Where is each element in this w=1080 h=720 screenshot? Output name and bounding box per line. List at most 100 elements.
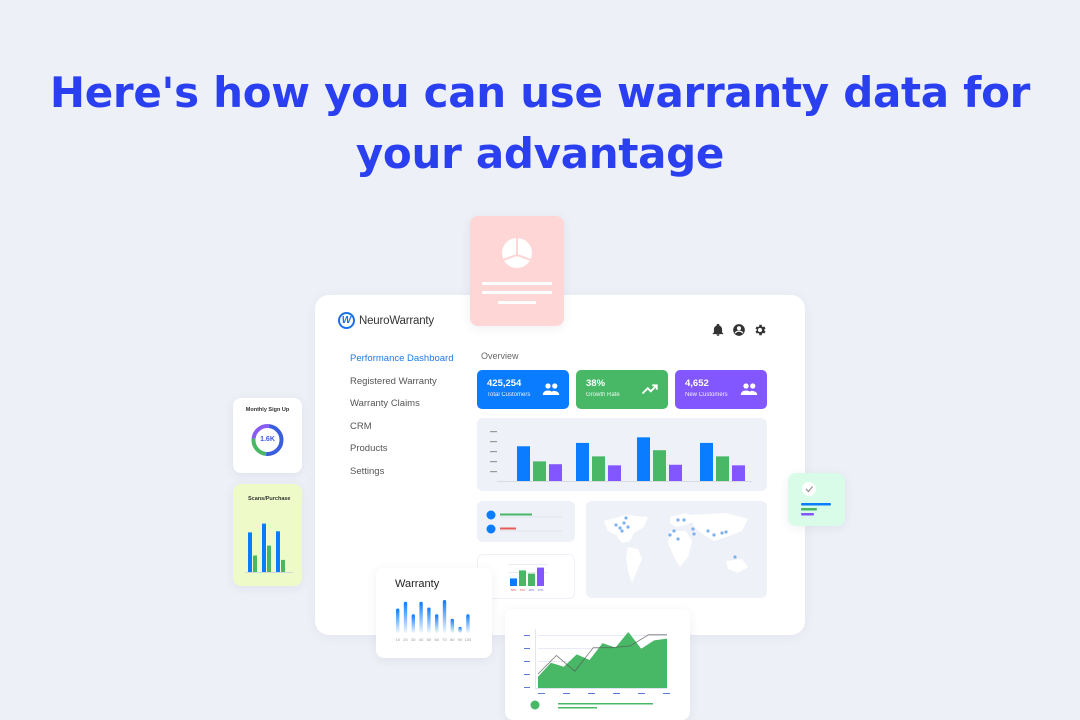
bar-label: 97% [538, 588, 544, 592]
bar-green [267, 545, 271, 572]
w-logo-icon: W [338, 312, 355, 329]
y-axis [535, 629, 536, 688]
y-tick [524, 635, 530, 636]
bar-blue [248, 532, 252, 572]
bar-label: 58% [511, 588, 517, 592]
bar-purple [608, 465, 621, 481]
small-percent-chart: 58% 15% 48% 97% [508, 564, 548, 592]
legend-dot [530, 700, 540, 710]
sidebar-item-registered-warranty[interactable]: Registered Warranty [350, 375, 454, 398]
x-tick-label: 20 [403, 637, 408, 642]
legend-bar [500, 527, 516, 530]
bar-purple [549, 464, 562, 481]
x-axis [245, 572, 293, 573]
bar-green [281, 559, 285, 572]
area-chart-card [505, 609, 690, 720]
warranty-bar [396, 608, 400, 633]
report-document-card [470, 216, 564, 326]
users-icon [740, 383, 758, 395]
y-tick [490, 451, 497, 453]
warranty-card: Warranty 10 20 30 40 50 60 70 80 90 100 [376, 568, 492, 658]
small-bar [510, 578, 517, 586]
stat-card-total-customers[interactable]: 425,254 Total Customers [477, 370, 569, 409]
world-map [604, 513, 748, 583]
warranty-bar [450, 618, 454, 633]
warranty-bar [458, 626, 462, 633]
warranty-mini-chart: 10 20 30 40 50 60 70 80 90 100 [395, 600, 472, 642]
sidebar-nav: Performance Dashboard Registered Warrant… [350, 352, 454, 487]
x-tick [563, 693, 570, 694]
headline-line-1: Here's how you can use warranty data for [49, 68, 1031, 117]
small-bar [528, 573, 535, 586]
text-line [482, 291, 552, 294]
x-tick-label: 60 [434, 637, 439, 642]
checklist-card [788, 473, 845, 526]
y-tick [524, 674, 530, 675]
y-tick [490, 471, 497, 473]
text-line [498, 301, 536, 304]
x-tick-label: 80 [450, 637, 455, 642]
overview-heading: Overview [481, 351, 519, 361]
small-bar [537, 567, 544, 586]
bell-icon[interactable] [711, 323, 725, 337]
warranty-bar [411, 614, 415, 633]
bar-green [533, 461, 546, 481]
bar-green [653, 450, 666, 481]
bar-green [716, 456, 729, 481]
bar-blue [637, 437, 650, 481]
legend-bar [558, 703, 653, 705]
grouped-bar-panel [477, 418, 767, 491]
pie-chart-icon [482, 238, 552, 304]
x-tick [663, 693, 670, 694]
y-tick [524, 648, 530, 649]
monthly-signup-card: Monthly Sign Up 1.6K [233, 398, 302, 473]
warranty-bar [442, 600, 447, 633]
bar-blue [517, 446, 530, 481]
x-tick [638, 693, 645, 694]
legend-bar [500, 513, 532, 516]
area-line-chart [524, 629, 670, 710]
gear-icon[interactable] [753, 323, 767, 337]
sidebar-item-crm[interactable]: CRM [350, 420, 454, 443]
bar-label: 15% [520, 588, 526, 592]
bar-blue [276, 531, 280, 572]
stat-card-new-customers[interactable]: 4,652 New Customers [675, 370, 767, 409]
scans-purchase-card: Scans/Purchase [233, 484, 302, 586]
area-series [538, 631, 667, 688]
sidebar-item-performance-dashboard[interactable]: Performance Dashboard [350, 352, 454, 375]
user-circle-icon[interactable] [732, 323, 746, 337]
bar-green [253, 555, 257, 572]
bar-blue [576, 442, 589, 481]
check-icon [802, 482, 816, 496]
bar-blue [262, 523, 266, 572]
sidebar-item-warranty-claims[interactable]: Warranty Claims [350, 397, 454, 420]
warranty-bar [466, 614, 470, 633]
y-tick [490, 431, 497, 433]
x-tick [588, 693, 595, 694]
headline-line-2: your advantage [355, 129, 725, 178]
bar-purple [669, 464, 682, 481]
warranty-bar [419, 601, 423, 633]
grouped-bar-chart [490, 431, 752, 482]
logo[interactable]: W NeuroWarranty [338, 312, 434, 329]
bar-blue [700, 442, 713, 481]
warranty-bar [403, 601, 408, 633]
legend-dot [486, 524, 496, 534]
warranty-bar [435, 614, 439, 633]
small-bar [519, 570, 526, 586]
world-map-panel [586, 501, 767, 598]
legend-dot [486, 510, 496, 520]
x-tick-label: 10 [395, 637, 400, 642]
sidebar-item-products[interactable]: Products [350, 442, 454, 465]
legend-panel [477, 501, 575, 542]
x-tick-label: 100 [465, 637, 472, 642]
legend-bar [558, 707, 597, 709]
x-axis [497, 481, 752, 482]
x-tick-label: 70 [442, 637, 447, 642]
y-tick [524, 687, 530, 688]
sidebar-item-settings[interactable]: Settings [350, 465, 454, 488]
stat-card-growth-rate[interactable]: 38% Growth Rate [576, 370, 668, 409]
bar-label: 48% [529, 588, 535, 592]
x-tick [613, 693, 620, 694]
headline: Here's how you can use warranty data for… [0, 62, 1080, 184]
